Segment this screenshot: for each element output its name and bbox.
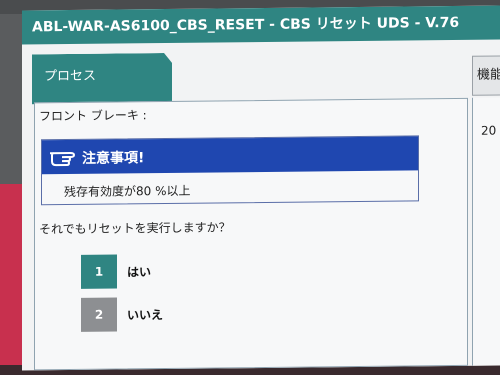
pointing-hand-icon	[48, 147, 76, 167]
side-panel: 20	[472, 97, 500, 366]
process-panel: フロント ブレーキ : 注意事項! 残存有効度が80 %以上 それでもリセットを…	[34, 97, 468, 371]
warning-header: 注意事項!	[42, 136, 418, 175]
option-yes-label[interactable]: はい	[127, 263, 151, 280]
tab-process[interactable]: プロセス	[32, 53, 172, 104]
option-no-label[interactable]: いいえ	[127, 306, 163, 323]
option-no-button[interactable]: 2	[81, 297, 117, 332]
warning-box: 注意事項! 残存有効度が80 %以上	[41, 135, 419, 206]
application-screen: ABL-WAR-AS6100_CBS_RESET - CBS リセット UDS …	[22, 5, 500, 371]
section-label: フロント ブレーキ :	[39, 108, 147, 124]
window-title: ABL-WAR-AS6100_CBS_RESET - CBS リセット UDS …	[22, 5, 500, 45]
warning-message: 残存有効度が80 %以上	[64, 183, 191, 200]
confirm-question: それでもリセットを実行しますか？	[39, 220, 231, 237]
warning-title: 注意事項!	[82, 150, 145, 167]
option-yes-button[interactable]: 1	[81, 254, 117, 289]
tab-function[interactable]: 機能	[472, 55, 500, 96]
side-panel-value: 20	[481, 123, 497, 138]
